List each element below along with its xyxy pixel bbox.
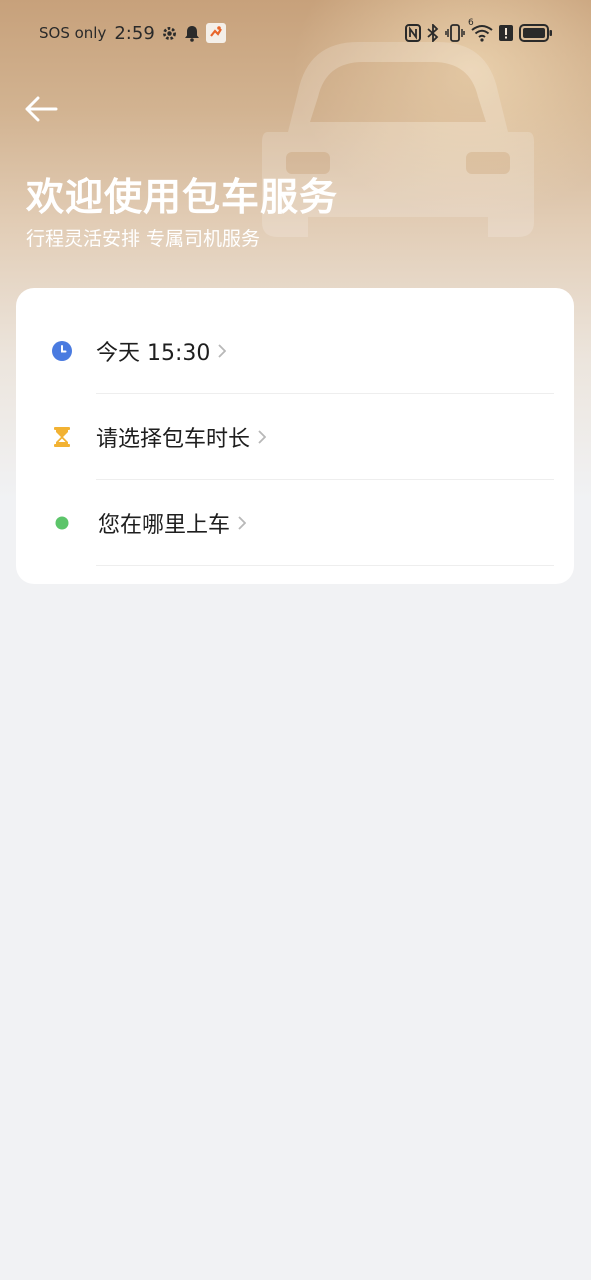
page-title: 欢迎使用包车服务 xyxy=(26,175,339,219)
app-notification-icon xyxy=(205,23,226,43)
wifi-badge: 6 xyxy=(468,18,474,28)
nfc-icon xyxy=(405,24,421,42)
chevron-right-icon xyxy=(258,430,267,444)
bluetooth-icon xyxy=(427,24,439,42)
charter-duration-row[interactable]: 请选择包车时长 xyxy=(16,394,574,480)
back-button[interactable] xyxy=(24,92,62,126)
page-subtitle: 行程灵活安排 专属司机服务 xyxy=(26,228,261,250)
gear-icon xyxy=(161,25,178,42)
row-divider xyxy=(96,565,554,566)
chevron-right-icon xyxy=(238,516,247,530)
clock-icon xyxy=(52,341,72,361)
status-bar: SOS only 2:59 6 xyxy=(0,0,591,66)
departure-time-label: 今天 15:30 xyxy=(96,341,211,366)
pickup-location-row[interactable]: 您在哪里上车 xyxy=(16,480,574,566)
clock-time: 2:59 xyxy=(114,22,155,44)
charter-duration-label: 请选择包车时长 xyxy=(96,427,251,452)
alert-icon xyxy=(499,24,513,42)
chevron-right-icon xyxy=(218,344,227,358)
hourglass-icon xyxy=(52,427,72,447)
vibrate-icon xyxy=(445,24,465,42)
arrow-left-icon xyxy=(25,96,58,122)
wifi-icon: 6 xyxy=(468,18,493,42)
bell-icon xyxy=(184,25,200,42)
dot-icon xyxy=(52,513,72,533)
pickup-location-label: 您在哪里上车 xyxy=(98,513,231,538)
booking-form-card: 今天 15:30 请选择包车时长 您在哪里上车 xyxy=(16,288,574,584)
carrier-label: SOS only xyxy=(39,24,107,42)
battery-icon xyxy=(519,24,553,42)
departure-time-row[interactable]: 今天 15:30 xyxy=(16,308,574,394)
